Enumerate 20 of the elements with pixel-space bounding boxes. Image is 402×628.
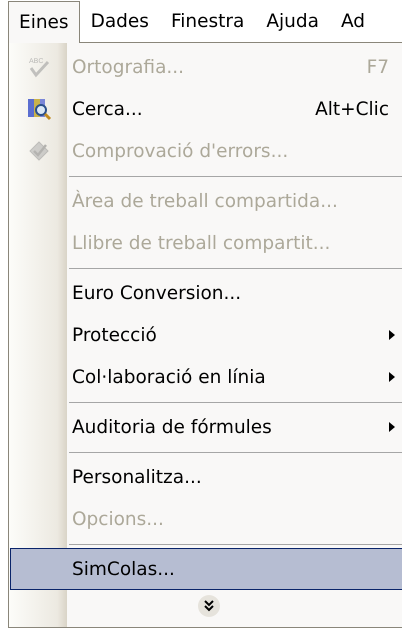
menu-bar-item[interactable]: Ad	[330, 0, 376, 42]
error-check-icon	[27, 139, 51, 163]
submenu-arrow-icon	[389, 372, 395, 382]
menu-bar-item[interactable]: Ajuda	[255, 0, 330, 42]
menu-item[interactable]: SimColas...	[10, 548, 402, 590]
submenu-arrow-icon	[389, 330, 395, 340]
menu-bar-item[interactable]: Eines	[8, 1, 80, 43]
menu-item[interactable]: Protecció	[10, 314, 402, 356]
menu-item[interactable]: Euro Conversion...	[10, 272, 402, 314]
expand-chevron-icon[interactable]	[196, 594, 220, 618]
menu-bar-item[interactable]: Dades	[80, 0, 160, 42]
menu-item[interactable]: Personalitza...	[10, 456, 402, 498]
menu-item[interactable]: Col·laboració en línia	[10, 356, 402, 398]
menu-item[interactable]: Cerca... Alt+Clic	[10, 88, 402, 130]
menu-bar-item[interactable]: Finestra	[160, 0, 256, 42]
shortcut-text: Alt+Clic	[315, 98, 390, 120]
shortcut-text: F7	[366, 56, 390, 78]
search-icon	[26, 96, 52, 122]
submenu-arrow-icon	[389, 422, 395, 432]
menu-item[interactable]: Auditoria de fórmules	[10, 406, 402, 448]
